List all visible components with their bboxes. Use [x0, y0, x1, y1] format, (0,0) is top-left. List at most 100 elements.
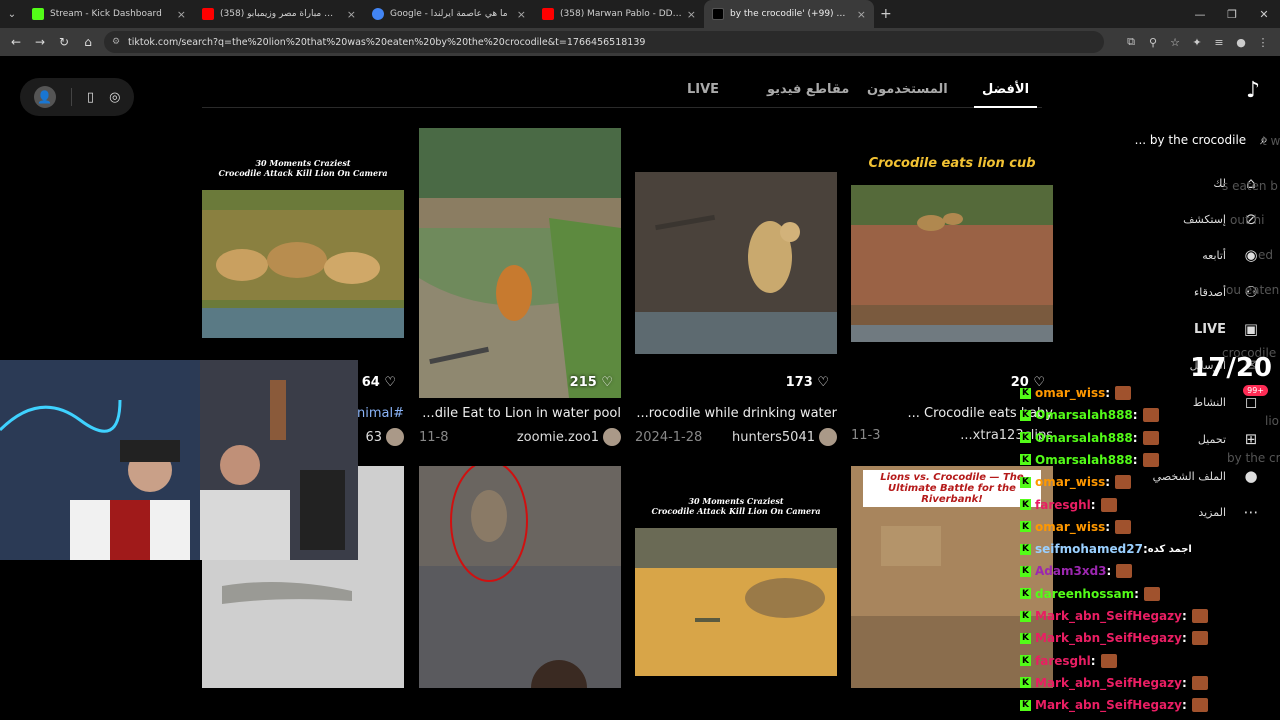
close-tab-icon[interactable]: × [687, 8, 696, 21]
search-query: ... by the crocodile [1134, 133, 1247, 147]
video-author[interactable]: zoomie.zoo1 [517, 428, 621, 446]
site-info-icon[interactable]: ⚙ [112, 37, 120, 47]
tiktok-page: 👤 ▯ ◎ الأفضل المستخدمون مقاطع فيديو LIVE… [0, 56, 1280, 720]
chat-username: Mark_abn_SeifHegazy [1035, 609, 1182, 623]
minimize-icon[interactable]: — [1184, 8, 1216, 21]
sidebar-item-live[interactable]: LIVE ▣ [1194, 320, 1262, 338]
tiktok-logo[interactable]: ♪ [1246, 78, 1260, 103]
browser-tab-google[interactable]: Google - ما هي عاصمة أيرلندا × [364, 0, 534, 28]
chat-username: Omarsalah888 [1035, 408, 1133, 423]
chat-separator: : [1134, 586, 1139, 601]
emote-icon [1115, 475, 1132, 490]
video-overlay-title: 30 Moments Craziest Crocodile Attack Kil… [218, 158, 388, 178]
browser-tab-youtube-2[interactable]: (358) Marwan Pablo - DDDD | ... × [534, 0, 704, 28]
chat-username: omar_wiss [1035, 475, 1106, 490]
chat-separator: : [1105, 386, 1111, 400]
zoom-icon[interactable]: ⚲ [1142, 36, 1164, 49]
kick-badge-icon: K [1020, 699, 1031, 711]
search-input[interactable]: ... by the crocodile ⌕ [1118, 126, 1268, 154]
chat-separator: : [1181, 675, 1187, 690]
sidebar-item-following[interactable]: أتابعه ◉ [1202, 246, 1262, 264]
video-thumbnail [851, 185, 1053, 342]
video-date: 11-3 [851, 428, 881, 443]
tab-top[interactable]: الأفضل [973, 82, 1038, 108]
restore-icon[interactable]: ❐ [1216, 8, 1248, 21]
close-tab-icon[interactable]: × [517, 8, 526, 21]
kick-badge-icon: K [1020, 632, 1031, 644]
video-author[interactable]: 63 [365, 428, 404, 446]
like-count-value: 173 [785, 375, 813, 390]
tab-live[interactable]: LIVE [687, 82, 719, 97]
video-card[interactable]: Crocodile eats lion cub 20 ♡ [851, 128, 1053, 398]
chat-message: K Mark_abn_SeifHegazy : [1020, 631, 1208, 646]
ghost-text: ou eaten [1226, 283, 1280, 297]
chat-message: Kfaresghl : [1020, 653, 1117, 668]
install-app-icon[interactable]: ⧉ [1120, 35, 1142, 49]
tab-videos[interactable]: مقاطع فيديو [767, 82, 849, 97]
video-overlay-title: 30 Moments Craziest Crocodile Attack Kil… [651, 496, 821, 516]
extensions-icon[interactable]: ✦ [1186, 36, 1208, 49]
chat-separator: : [1132, 430, 1138, 445]
close-tab-icon[interactable]: × [347, 8, 356, 21]
tab-title: (358) Marwan Pablo - DDDD | ... [560, 9, 683, 19]
browser-tab-strip: ⌄ Stream - Kick Dashboard × ملخص مباراة … [0, 0, 1280, 28]
phone-icon[interactable]: ▯ [87, 90, 94, 105]
bookmark-star-icon[interactable]: ☆ [1164, 36, 1186, 49]
profile-avatar-icon[interactable]: ● [1230, 36, 1252, 49]
browser-toolbar: ← → ↻ ⌂ ⚙ tiktok.com/search?q=the%20lion… [0, 28, 1280, 56]
tab-users[interactable]: المستخدمون [867, 82, 948, 97]
video-caption[interactable]: ...dile Eat to Lion in water pool [419, 406, 621, 421]
avatar[interactable]: 👤 [33, 86, 56, 108]
author-name: 63 [365, 429, 382, 445]
video-thumbnail [419, 466, 621, 688]
browser-tab-kick[interactable]: Stream - Kick Dashboard × [24, 0, 194, 28]
close-tab-icon[interactable]: × [857, 8, 866, 21]
back-icon[interactable]: ← [4, 35, 28, 49]
reload-icon[interactable]: ↻ [52, 35, 76, 49]
chat-message: K Omarsalah888 : [1020, 408, 1159, 423]
chat-message: Komar_wiss : [1020, 386, 1132, 400]
video-card[interactable]: 215 ♡ [419, 128, 621, 398]
close-tab-icon[interactable]: × [177, 8, 186, 21]
ghost-text: t w [1262, 134, 1280, 148]
video-thumbnail [635, 528, 837, 676]
video-card[interactable]: 30 Moments Craziest Crocodile Attack Kil… [635, 466, 837, 688]
chat-message: Kdareenhossam : [1020, 586, 1160, 601]
home-icon[interactable]: ⌂ [76, 35, 100, 49]
new-tab-button[interactable]: + [880, 6, 892, 22]
video-card[interactable]: 30 Moments Craziest Crocodile Attack Kil… [202, 128, 404, 398]
video-card[interactable]: 173 ♡ [635, 128, 837, 398]
chat-separator: : [1132, 452, 1138, 467]
google-icon [372, 8, 384, 20]
chat-username: Mark_abn_SeifHegazy [1035, 698, 1182, 713]
chat-username: Adam3xd3 [1035, 564, 1107, 579]
video-overlay-title: Lions vs. Crocodile — The Ultimate Battl… [863, 470, 1041, 507]
browser-tab-tiktok[interactable]: by the crocodile' اعثر على (99+) × [704, 0, 874, 28]
video-thumbnail [202, 190, 404, 338]
emote-icon [1191, 631, 1208, 646]
like-count: 173 ♡ [785, 375, 829, 390]
forward-icon[interactable]: → [28, 35, 52, 49]
video-date: 2024-1-28 [635, 429, 703, 445]
close-window-icon[interactable]: ✕ [1248, 8, 1280, 21]
address-bar[interactable]: ⚙ tiktok.com/search?q=the%20lion%20that%… [104, 31, 1104, 53]
author-avatar [603, 428, 621, 446]
video-thumbnail [419, 128, 621, 398]
chat-message: K Mark_abn_SeifHegazy : [1020, 675, 1208, 690]
author-name: hunters5041 [731, 429, 815, 445]
video-card[interactable] [419, 466, 621, 688]
browser-tab-youtube-1[interactable]: ملخص مباراة مصر وزيمبابو (358) × [194, 0, 364, 28]
video-author[interactable]: hunters5041 [732, 428, 837, 446]
ghost-text: s eaten b [1222, 179, 1278, 193]
video-meta: 2024-1-28 hunters5041 [635, 428, 837, 446]
video-caption[interactable]: ...rocodile while drinking water [635, 406, 837, 421]
chat-username: faresghl [1035, 497, 1091, 512]
media-icon[interactable]: ≡ [1208, 36, 1230, 49]
youtube-icon [542, 8, 554, 20]
kick-badge-icon: K [1020, 655, 1031, 667]
tab-search-icon[interactable]: ⌄ [0, 9, 24, 20]
divider [70, 88, 72, 106]
compass-small-icon[interactable]: ◎ [109, 90, 120, 105]
menu-icon[interactable]: ⋮ [1252, 36, 1274, 49]
chat-text: اجمد كده [1147, 543, 1192, 555]
